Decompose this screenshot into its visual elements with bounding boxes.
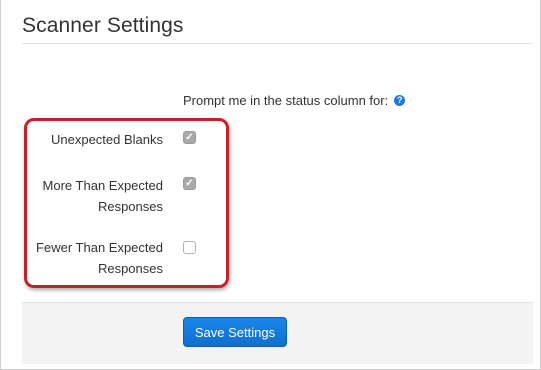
prompt-row: Prompt me in the status column for: ?	[183, 93, 406, 108]
unexpected-blanks-checkbox[interactable]: ✓	[183, 131, 196, 144]
question-circle-icon[interactable]: ?	[394, 95, 406, 106]
checkmark-icon: ✓	[185, 177, 194, 189]
option-label-unexpected-blanks: Unexpected Blanks	[50, 132, 163, 147]
save-settings-button[interactable]: Save Settings	[183, 317, 287, 347]
prompt-label: Prompt me in the status column for:	[183, 93, 389, 108]
title-divider	[22, 43, 533, 44]
option-label-fewer-than-expected: Fewer Than Expected Responses	[36, 240, 163, 276]
fewer-than-expected-checkbox[interactable]	[183, 241, 196, 254]
page-title: Scanner Settings	[22, 14, 184, 37]
more-than-expected-checkbox[interactable]: ✓	[183, 177, 196, 190]
option-label-more-than-expected: More Than Expected Responses	[42, 178, 163, 214]
checkmark-icon: ✓	[185, 131, 194, 143]
